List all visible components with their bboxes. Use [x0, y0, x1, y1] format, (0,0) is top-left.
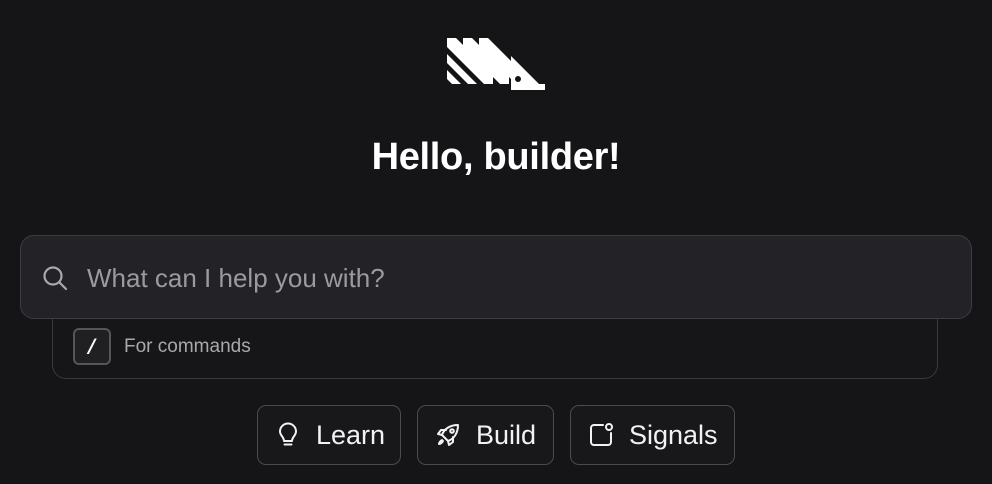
rocket-icon	[434, 421, 462, 449]
signals-label: Signals	[629, 419, 718, 450]
page-title: Hello, builder!	[371, 136, 621, 178]
build-button[interactable]: Build	[417, 405, 554, 465]
search-input[interactable]	[87, 256, 947, 300]
notification-square-icon	[587, 421, 615, 449]
slash-key-hint: /	[73, 328, 111, 365]
command-hint-text: For commands	[124, 336, 251, 357]
learn-label: Learn	[316, 419, 386, 450]
learn-button[interactable]: Learn	[257, 405, 401, 465]
search-icon	[41, 264, 69, 292]
signals-button[interactable]: Signals	[570, 405, 735, 465]
build-label: Build	[476, 419, 537, 450]
hedgehog-logo-icon	[447, 38, 545, 92]
lightbulb-icon	[274, 421, 302, 449]
search-box[interactable]	[20, 235, 972, 319]
